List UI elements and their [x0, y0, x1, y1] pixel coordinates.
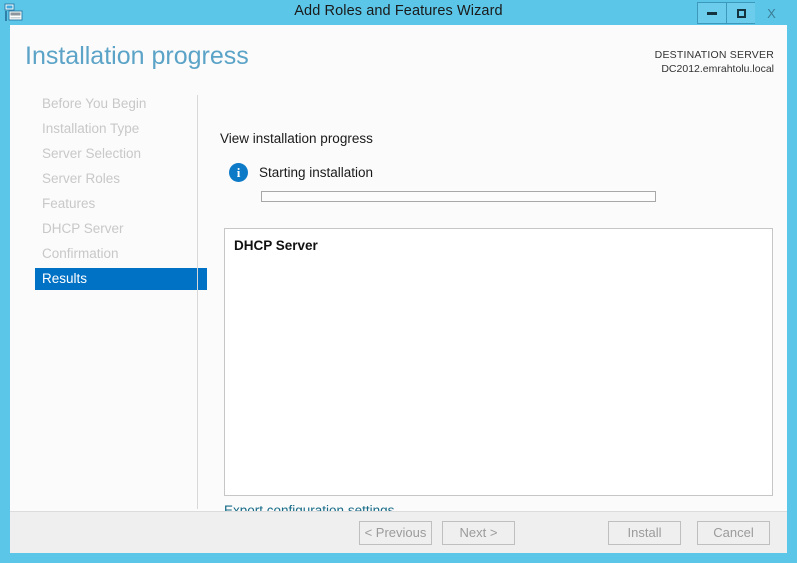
close-button[interactable]: X — [755, 2, 788, 24]
minimize-icon — [707, 11, 717, 15]
minimize-button[interactable] — [697, 2, 727, 24]
sidebar-item-server-roles[interactable]: Server Roles — [35, 168, 207, 190]
sidebar-divider — [197, 95, 198, 509]
sidebar-item-features[interactable]: Features — [35, 193, 207, 215]
wizard-header: Installation progress DESTINATION SERVER… — [10, 25, 787, 93]
installation-status-text: Starting installation — [259, 165, 374, 180]
section-title: View installation progress — [220, 131, 373, 146]
sidebar-item-server-selection[interactable]: Server Selection — [35, 143, 207, 165]
next-button[interactable]: Next > — [442, 521, 515, 545]
add-roles-wizard-window: Add Roles and Features Wizard X Installa… — [0, 0, 797, 563]
wizard-client-area: Installation progress DESTINATION SERVER… — [10, 25, 787, 553]
cancel-button[interactable]: Cancel — [697, 521, 770, 545]
wizard-footer: < Previous Next > Install Cancel — [10, 511, 787, 553]
installation-progress-bar — [261, 191, 656, 202]
installation-status-row: i Starting installation — [229, 163, 669, 185]
title-bar: Add Roles and Features Wizard X — [0, 0, 797, 25]
destination-server-value: DC2012.emrahtolu.local — [661, 63, 774, 75]
maximize-icon — [736, 8, 746, 18]
install-button[interactable]: Install — [608, 521, 681, 545]
window-title: Add Roles and Features Wizard — [294, 3, 503, 19]
wizard-main-content: View installation progress i Starting in… — [215, 93, 775, 518]
sidebar-item-dhcp-server[interactable]: DHCP Server — [35, 218, 207, 240]
sidebar-item-installation-type[interactable]: Installation Type — [35, 118, 207, 140]
sidebar-item-before-you-begin[interactable]: Before You Begin — [35, 93, 207, 115]
sidebar-item-results[interactable]: Results — [35, 268, 207, 290]
sidebar-item-confirmation[interactable]: Confirmation — [35, 243, 207, 265]
maximize-button[interactable] — [726, 2, 756, 24]
page-title: Installation progress — [25, 42, 249, 70]
window-controls: X — [697, 2, 788, 24]
previous-button[interactable]: < Previous — [359, 521, 432, 545]
results-panel[interactable]: DHCP Server — [224, 228, 773, 496]
destination-server-label: DESTINATION SERVER — [654, 49, 774, 61]
results-item-dhcp-server: DHCP Server — [234, 238, 318, 253]
destination-server-block: DESTINATION SERVER DC2012.emrahtolu.loca… — [655, 48, 774, 76]
wizard-sidebar: Before You Begin Installation Type Serve… — [10, 93, 207, 511]
info-icon: i — [229, 163, 248, 182]
